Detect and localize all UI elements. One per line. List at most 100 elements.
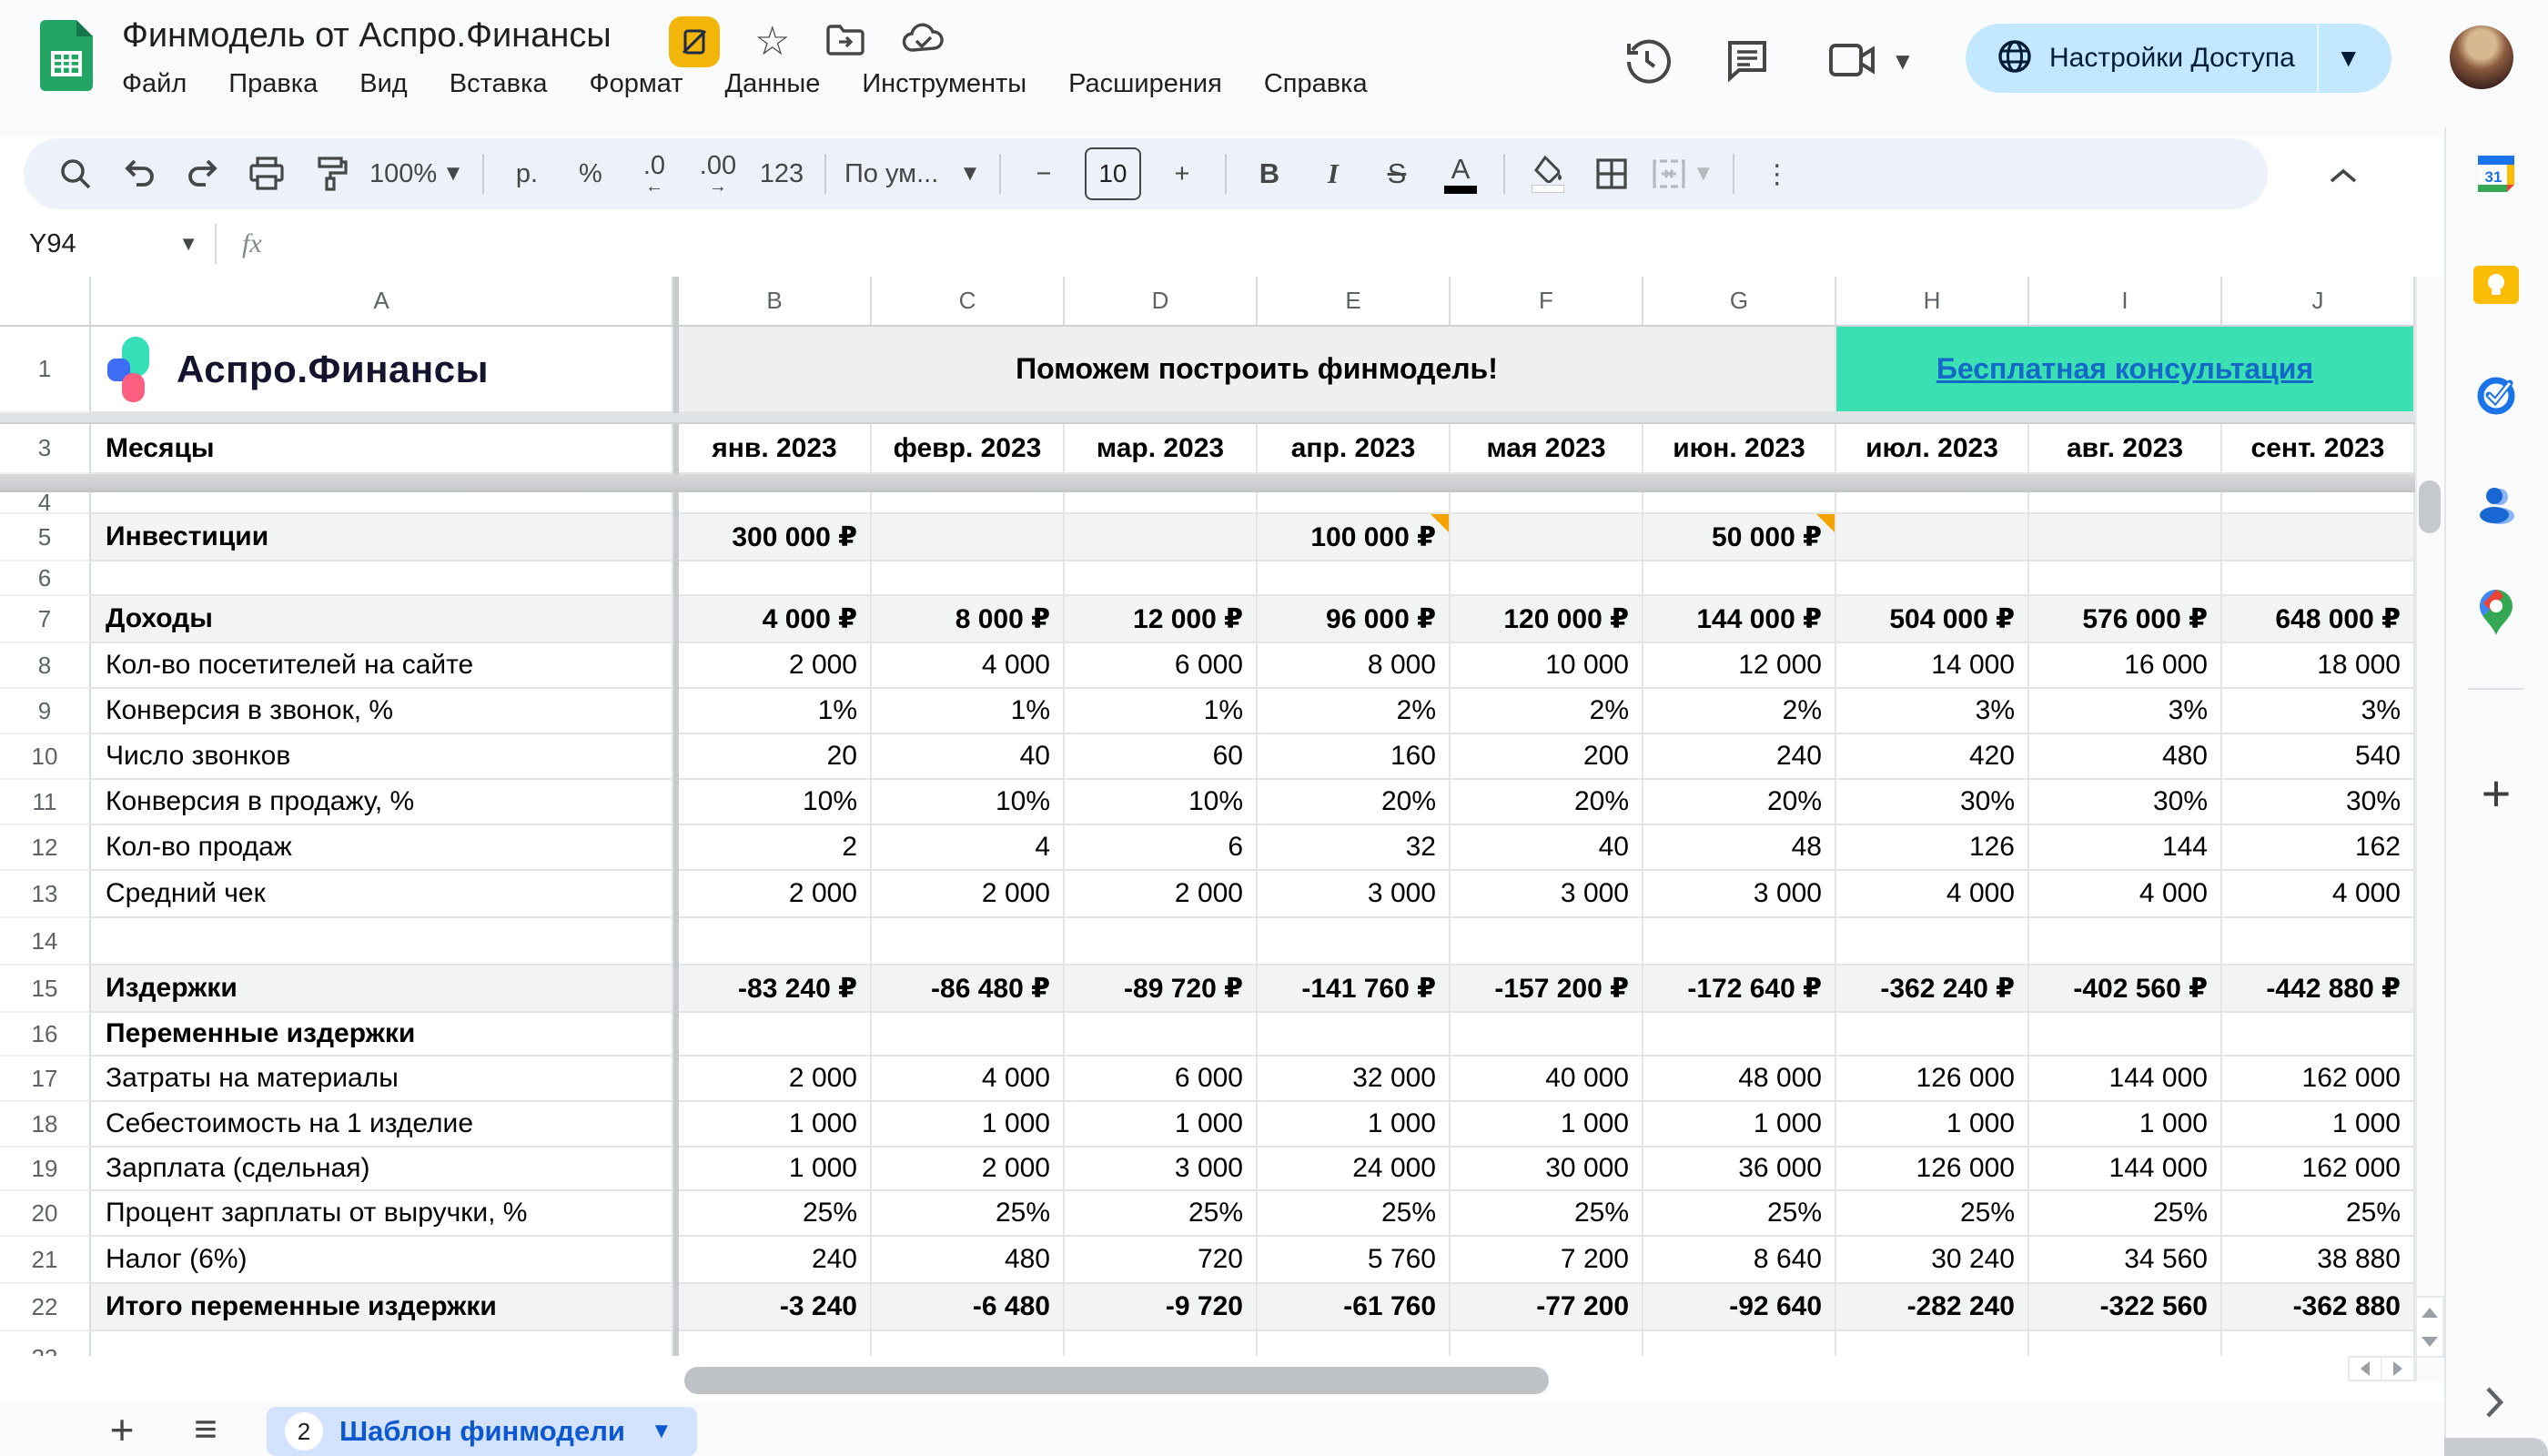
cell[interactable]: 4 000 xyxy=(872,1057,1065,1102)
frozen-rows-divider[interactable] xyxy=(0,474,2415,492)
cell[interactable]: Издержки xyxy=(91,966,673,1013)
cell[interactable]: 2 000 xyxy=(1065,871,1258,918)
hidden-row-indicator[interactable] xyxy=(0,413,2415,424)
namebox-caret-icon[interactable]: ▼ xyxy=(178,232,198,256)
menu-item[interactable]: Расширения xyxy=(1068,69,1222,99)
cell[interactable]: авг. 2023 xyxy=(2029,424,2222,474)
cell[interactable]: 30% xyxy=(1836,780,2029,825)
cell[interactable]: 8 000 xyxy=(1258,643,1451,689)
cell[interactable] xyxy=(1065,514,1258,561)
row-header[interactable]: 22 xyxy=(0,1284,91,1331)
column-header-E[interactable]: E xyxy=(1258,277,1451,327)
name-box[interactable]: Y94 ▼ xyxy=(0,229,215,259)
consultation-cell[interactable]: Бесплатная консультация xyxy=(1836,327,2415,413)
cell[interactable]: 14 000 xyxy=(1836,643,2029,689)
column-header-B[interactable]: B xyxy=(679,277,872,327)
cell[interactable] xyxy=(91,918,673,966)
currency-format-button[interactable]: р. xyxy=(495,148,559,199)
keep-icon[interactable] xyxy=(2468,257,2524,313)
cell[interactable] xyxy=(872,918,1065,966)
column-header-J[interactable]: J xyxy=(2222,277,2415,327)
cell[interactable]: -362 880 xyxy=(2222,1284,2415,1331)
cell[interactable] xyxy=(1836,918,2029,966)
cell[interactable]: -6 480 xyxy=(872,1284,1065,1331)
cell[interactable]: 162 000 xyxy=(2222,1148,2415,1191)
increase-font-size-button[interactable]: + xyxy=(1150,148,1214,199)
cell[interactable]: 504 000 ₽ xyxy=(1836,596,2029,643)
cell[interactable] xyxy=(872,1013,1065,1057)
cell[interactable]: 25% xyxy=(2222,1191,2415,1237)
cell[interactable]: 50 000 ₽ xyxy=(1643,514,1836,561)
cell[interactable]: Налог (6%) xyxy=(91,1237,673,1284)
cell[interactable]: 40 000 xyxy=(1451,1057,1643,1102)
cell[interactable]: -9 720 xyxy=(1065,1284,1258,1331)
fill-color-button[interactable] xyxy=(1516,148,1580,199)
cell[interactable]: 126 000 xyxy=(1836,1148,2029,1191)
row-header[interactable]: 9 xyxy=(0,689,91,734)
cell[interactable]: -89 720 ₽ xyxy=(1065,966,1258,1013)
cell[interactable]: 1% xyxy=(1065,689,1258,734)
cell[interactable]: -322 560 xyxy=(2029,1284,2222,1331)
cell[interactable] xyxy=(2029,492,2222,514)
cell[interactable]: 540 xyxy=(2222,734,2415,780)
cell[interactable]: 20 xyxy=(679,734,872,780)
row-header[interactable]: 14 xyxy=(0,918,91,966)
cell[interactable]: 1 000 xyxy=(1258,1102,1451,1148)
column-header-I[interactable]: I xyxy=(2029,277,2222,327)
cell[interactable] xyxy=(1065,1013,1258,1057)
cell[interactable]: 4 000 ₽ xyxy=(679,596,872,643)
cell[interactable]: 25% xyxy=(872,1191,1065,1237)
cell[interactable] xyxy=(679,1331,872,1356)
menu-item[interactable]: Справка xyxy=(1264,69,1368,99)
cell[interactable]: 16 000 xyxy=(2029,643,2222,689)
cell[interactable]: 1 000 xyxy=(2222,1102,2415,1148)
cell[interactable]: 2 000 xyxy=(872,871,1065,918)
cell[interactable] xyxy=(2222,1331,2415,1356)
cell[interactable]: 240 xyxy=(679,1237,872,1284)
cell[interactable] xyxy=(1065,1331,1258,1356)
undo-icon[interactable] xyxy=(107,148,171,199)
cell[interactable]: 1 000 xyxy=(2029,1102,2222,1148)
all-sheets-icon[interactable]: ≡ xyxy=(178,1409,233,1451)
cloud-status-icon[interactable] xyxy=(901,22,946,63)
cell[interactable]: 6 xyxy=(1065,825,1258,871)
cell[interactable]: 48 000 xyxy=(1643,1057,1836,1102)
cell[interactable]: янв. 2023 xyxy=(679,424,872,474)
cell[interactable]: 1% xyxy=(679,689,872,734)
row-header[interactable]: 3 xyxy=(0,424,91,474)
cell[interactable]: 20% xyxy=(1258,780,1451,825)
row-header[interactable]: 11 xyxy=(0,780,91,825)
cell[interactable] xyxy=(1258,492,1451,514)
cell[interactable] xyxy=(2029,1331,2222,1356)
cell[interactable] xyxy=(2029,514,2222,561)
collapse-panel-icon[interactable] xyxy=(2472,1380,2517,1425)
cell[interactable] xyxy=(1451,561,1643,596)
cell[interactable] xyxy=(872,1331,1065,1356)
cell[interactable]: 5 760 xyxy=(1258,1237,1451,1284)
cell[interactable] xyxy=(1258,561,1451,596)
decrease-font-size-button[interactable]: − xyxy=(1012,148,1076,199)
column-header-C[interactable]: C xyxy=(872,277,1065,327)
cell[interactable]: 32 xyxy=(1258,825,1451,871)
cell[interactable]: 32 000 xyxy=(1258,1057,1451,1102)
menu-item[interactable]: Вид xyxy=(359,69,407,99)
cell[interactable]: -172 640 ₽ xyxy=(1643,966,1836,1013)
cell[interactable]: Себестоимость на 1 изделие xyxy=(91,1102,673,1148)
cell[interactable]: 30 000 xyxy=(1451,1148,1643,1191)
cell[interactable] xyxy=(872,492,1065,514)
cell[interactable]: 10% xyxy=(872,780,1065,825)
menu-item[interactable]: Данные xyxy=(725,69,821,99)
share-dropdown-caret[interactable]: ▼ xyxy=(2319,44,2379,73)
cell[interactable]: 1 000 xyxy=(872,1102,1065,1148)
cell-a1-logo[interactable]: Аспро.Финансы xyxy=(91,327,673,413)
version-history-icon[interactable] xyxy=(1622,35,1673,86)
cell[interactable]: 1 000 xyxy=(679,1148,872,1191)
cell[interactable] xyxy=(679,1013,872,1057)
cell[interactable] xyxy=(1065,492,1258,514)
cell[interactable] xyxy=(91,561,673,596)
cell[interactable]: 100 000 ₽ xyxy=(1258,514,1451,561)
cell[interactable]: 2% xyxy=(1451,689,1643,734)
cell[interactable]: 8 000 ₽ xyxy=(872,596,1065,643)
cell[interactable]: 144 000 ₽ xyxy=(1643,596,1836,643)
row-header[interactable]: 18 xyxy=(0,1102,91,1148)
